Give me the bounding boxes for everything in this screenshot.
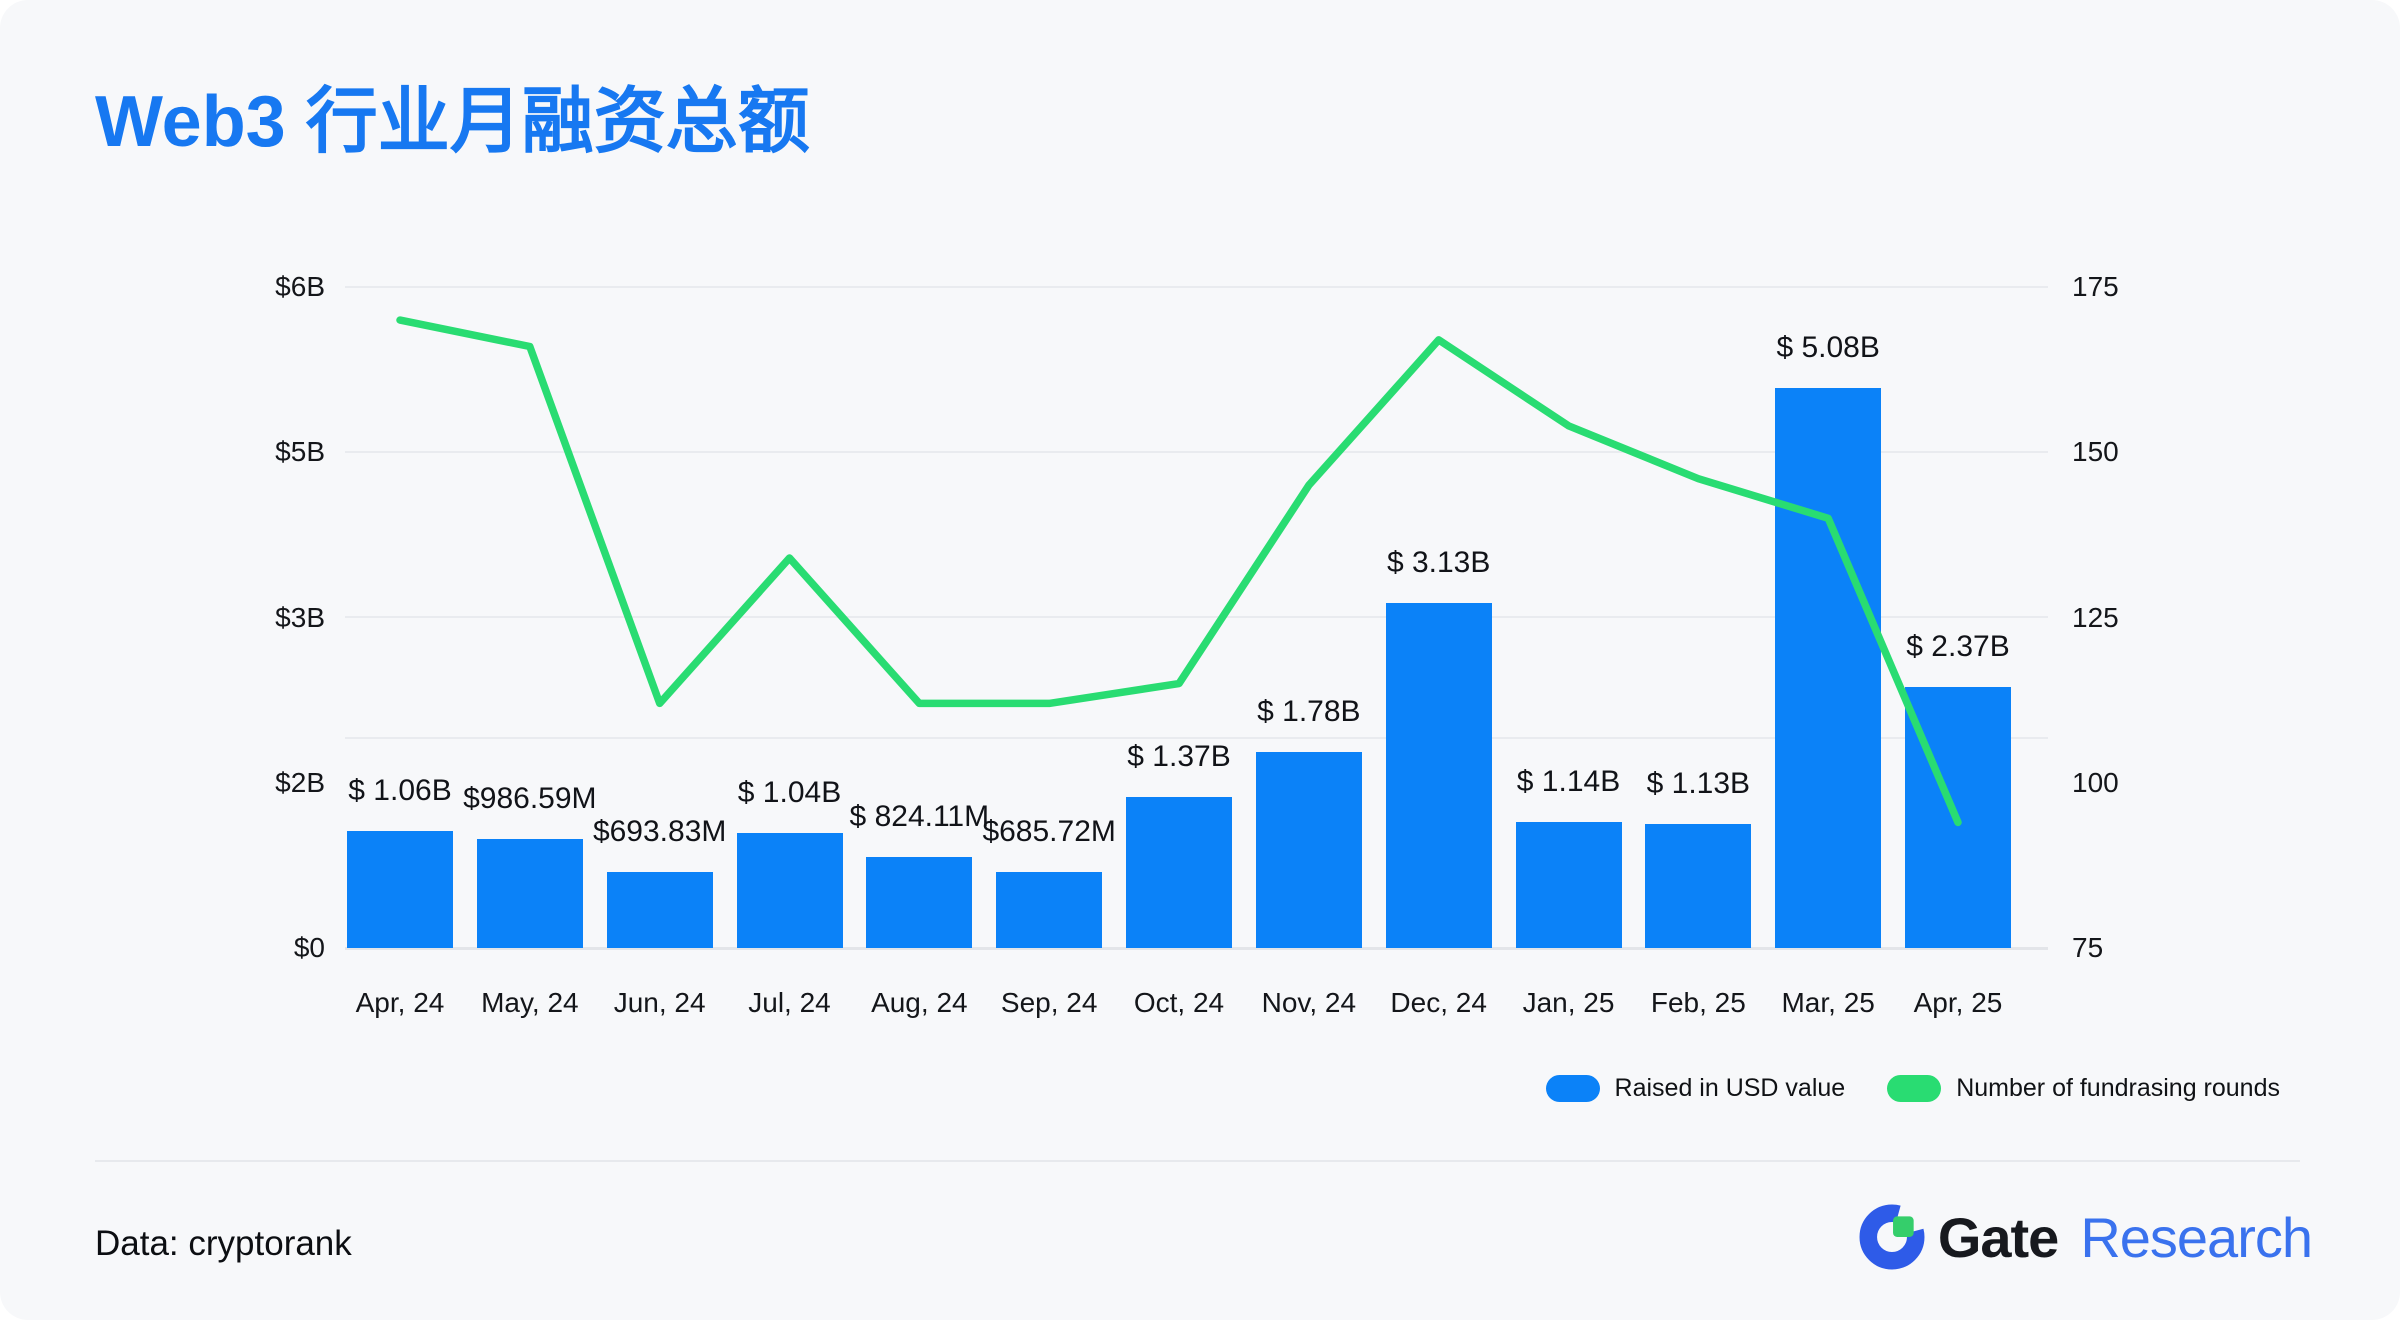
bar-value-label-may-24: $986.59M [463,781,596,817]
y-axis-tick-right: 75 [2072,931,2192,965]
bar-value-label-feb-25: $ 1.13B [1647,766,1750,802]
y-axis-tick-right: 125 [2072,601,2192,635]
raised-usd-legend-swatch [1546,1075,1600,1102]
funding-combo-chart: $6B $5B $3B $2B $0 175 150 125 100 75 $ 1.06B $986.… [0,0,2400,1320]
legend-label-fundraising-rounds: Number of fundrasing rounds [1956,1074,2280,1103]
x-axis-label: Dec, 24 [1390,986,1487,1020]
bar-apr-24 [347,831,453,948]
y-axis-tick-right: 175 [2072,270,2192,304]
bar-feb-25 [1645,824,1751,948]
bar-value-label-mar-25: $ 5.08B [1776,330,1879,366]
bar-aug-24 [866,857,972,948]
y-axis-tick-left: $0 [175,931,325,965]
bar-apr-25 [1905,687,2011,948]
bar-nov-24 [1256,752,1362,948]
bar-sep-24 [996,872,1102,948]
y-axis-tick-left: $5B [175,435,325,469]
bar-jan-25 [1516,822,1622,948]
gate-logo-icon [1859,1204,1925,1270]
y-axis-tick-left: $3B [175,601,325,635]
bar-oct-24 [1126,797,1232,948]
bar-value-label-apr-25: $ 2.37B [1906,629,2009,665]
y-axis-tick-right: 100 [2072,766,2192,800]
y-axis-tick-left: $2B [175,766,325,800]
x-axis-label: Jan, 25 [1523,986,1615,1020]
bar-dec-24 [1386,603,1492,948]
bar-value-label-jun-24: $693.83M [593,814,726,850]
bar-value-label-jan-25: $ 1.14B [1517,764,1620,800]
brand-name-gate: Gate [1938,1205,2059,1270]
bar-value-label-jul-24: $ 1.04B [738,775,841,811]
brand-name-research: Research [2080,1205,2312,1270]
bar-value-label-apr-24: $ 1.06B [348,773,451,809]
x-axis-label: Oct, 24 [1134,986,1224,1020]
bar-value-label-aug-24: $ 824.11M [850,799,990,835]
x-axis-label: Jun, 24 [614,986,706,1020]
legend-item-raised-usd: Raised in USD value [1546,1074,1846,1103]
x-axis-label: Jul, 24 [748,986,831,1020]
footer-divider [95,1160,2300,1162]
fundraising-rounds-legend-swatch [1887,1075,1941,1102]
y-axis-tick-left: $6B [175,270,325,304]
x-axis-label: Mar, 25 [1781,986,1874,1020]
x-axis-label: Sep, 24 [1001,986,1098,1020]
bar-jun-24 [607,872,713,948]
x-axis-label: Apr, 24 [356,986,445,1020]
x-axis-label: Apr, 25 [1914,986,2003,1020]
legend-label-raised-usd: Raised in USD value [1615,1074,1846,1103]
gridline [345,286,2048,288]
bar-value-label-sep-24: $685.72M [982,814,1115,850]
x-axis-label: May, 24 [481,986,579,1020]
chart-legend: Raised in USD value Number of fundrasing… [1546,1074,2280,1103]
x-axis-label: Feb, 25 [1651,986,1746,1020]
x-axis-label: Nov, 24 [1262,986,1356,1020]
bar-value-label-nov-24: $ 1.78B [1257,694,1360,730]
legend-item-fundraising-rounds: Number of fundrasing rounds [1887,1074,2280,1103]
bar-may-24 [477,839,583,948]
data-source-text: Data: cryptorank [95,1224,352,1264]
bar-jul-24 [737,833,843,948]
y-axis-tick-right: 150 [2072,435,2192,469]
bar-mar-25 [1775,388,1881,948]
x-axis-label: Aug, 24 [871,986,968,1020]
bar-value-label-dec-24: $ 3.13B [1387,545,1490,581]
bar-value-label-oct-24: $ 1.37B [1127,739,1230,775]
brand-lockup: Gate Research [1859,1204,2312,1270]
infographic-root: Web3 行业月融资总额 $6B$5B$3B$2B$01751501251007… [0,0,2400,1320]
